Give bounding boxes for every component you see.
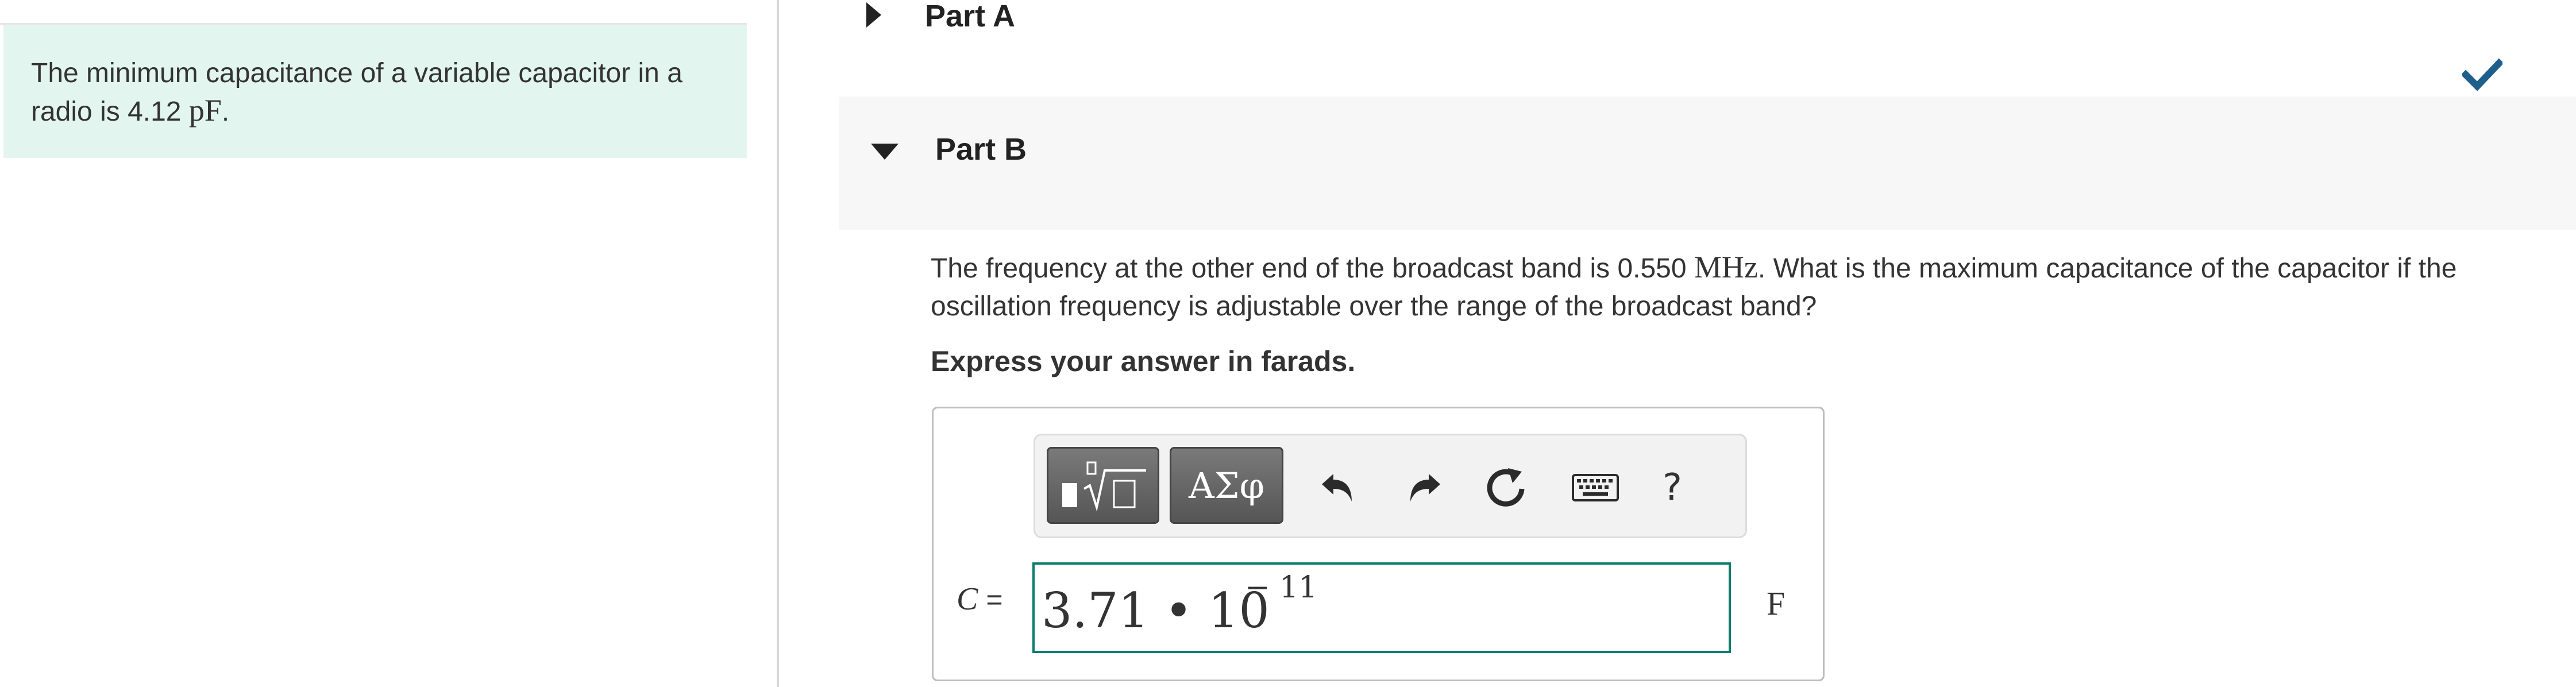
undo-button[interactable] [1305, 456, 1368, 519]
part-a-title[interactable]: Part A [925, 0, 1015, 33]
answer-input[interactable]: 3.71 • 10 − 11 [1032, 562, 1731, 653]
answer-equals: = [986, 584, 1003, 616]
question-text-before: The frequency at the other end of the br… [931, 253, 1694, 284]
caret-down-icon[interactable] [871, 144, 898, 160]
question-text: The frequency at the other end of the br… [931, 248, 2562, 326]
answer-variable: C [957, 581, 978, 617]
answer-unit: F [1767, 585, 1786, 622]
keyboard-icon [1572, 474, 1619, 501]
math-toolbar: ΑΣφ ? [1034, 434, 1747, 538]
answer-box: ΑΣφ ? C = 3.71 • 10 − 11 F [932, 407, 1825, 681]
templates-button[interactable] [1047, 447, 1159, 524]
question-unit: MHz [1694, 250, 1758, 284]
right-panel: Part A Part B The frequency at the other… [779, 0, 2576, 687]
redo-button[interactable] [1394, 456, 1457, 519]
part-b-title[interactable]: Part B [935, 132, 1027, 167]
redo-icon [1410, 474, 1440, 501]
answer-exponent: − 11 [1245, 570, 1318, 605]
part-a-row[interactable]: Part A [779, 0, 2576, 97]
help-button[interactable]: ? [1641, 456, 1704, 519]
reset-button[interactable] [1475, 456, 1538, 519]
answer-variable-label: C = [957, 581, 1003, 617]
answer-mantissa: 3.71 • 10 [1042, 582, 1270, 639]
intro-period: . [221, 97, 230, 127]
intro-text: The minimum capacitance of a variable ca… [31, 58, 682, 127]
greek-symbols-button[interactable]: ΑΣφ [1170, 447, 1283, 524]
templates-icon [1062, 461, 1146, 512]
undo-icon [1322, 474, 1352, 501]
check-icon [2462, 58, 2502, 91]
reset-icon [1487, 468, 1525, 507]
keyboard-button[interactable] [1564, 456, 1627, 519]
problem-intro: The minimum capacitance of a variable ca… [3, 25, 747, 158]
left-panel: The minimum capacitance of a variable ca… [0, 0, 779, 687]
answer-instruction: Express your answer in farads. [931, 345, 1356, 377]
caret-right-icon[interactable] [866, 2, 881, 28]
part-b-header[interactable]: Part B [839, 97, 2576, 230]
intro-unit: pF [188, 93, 222, 128]
